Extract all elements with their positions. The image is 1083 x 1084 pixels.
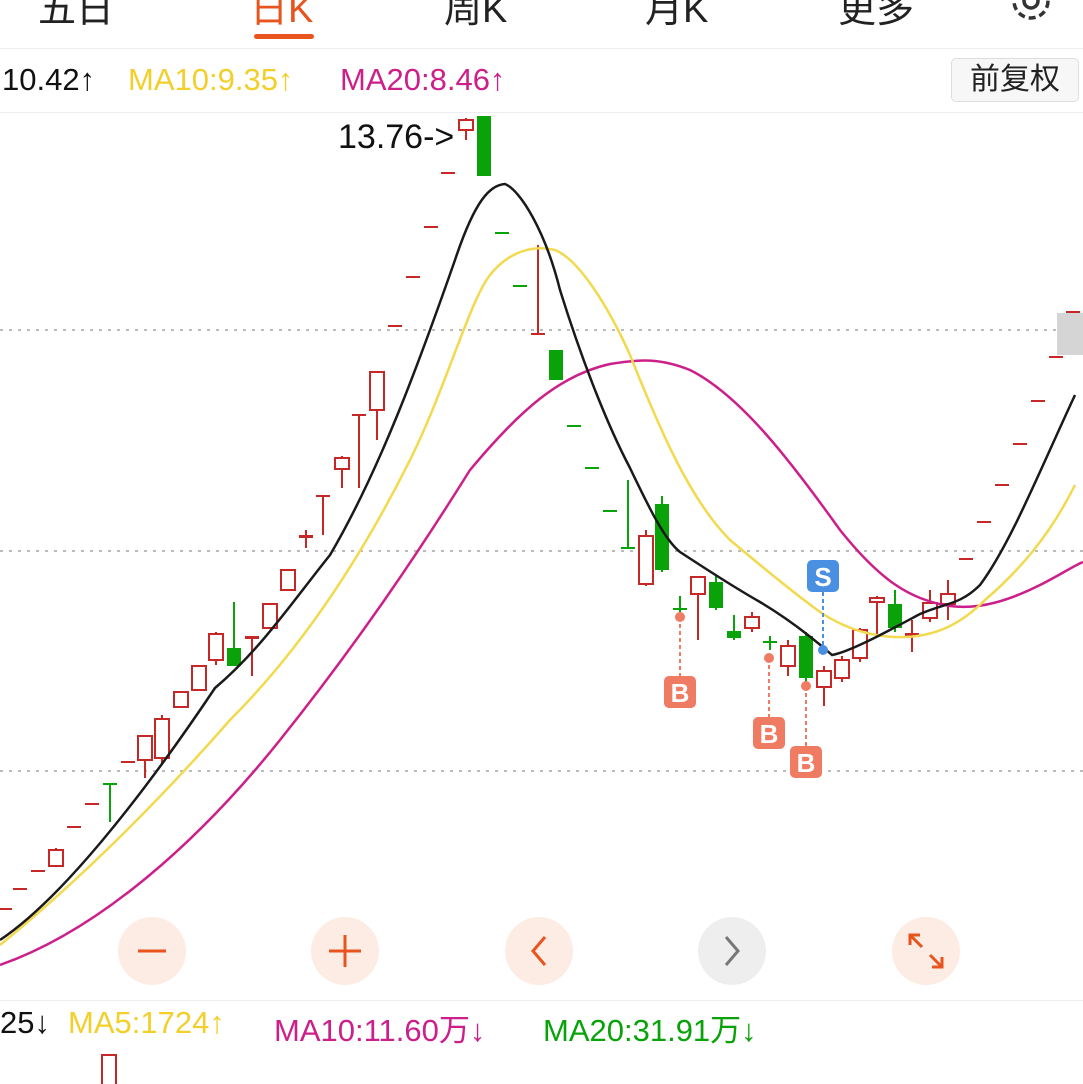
candle-body — [567, 425, 581, 427]
kline-chart[interactable]: BBBS 13.76-> — [0, 0, 1083, 1000]
price-scroll-handle[interactable] — [1057, 313, 1083, 355]
candle-body — [727, 631, 741, 638]
candle-body — [995, 484, 1009, 486]
candle-body — [977, 521, 991, 523]
candle-body — [352, 414, 366, 416]
prev-button[interactable] — [505, 917, 573, 985]
candle-body — [621, 547, 635, 549]
ma10-line — [0, 247, 1077, 946]
candle-body — [603, 510, 617, 512]
buy-marker-dot — [801, 681, 811, 691]
candle-body — [137, 735, 153, 761]
candle-body — [585, 467, 599, 469]
candles — [0, 116, 1080, 910]
candle-body — [1031, 400, 1045, 402]
candle-body — [103, 783, 117, 785]
volume-ma5-value: MA5:1724↑ — [68, 1005, 225, 1040]
candle-body — [208, 633, 224, 661]
buy-marker-label: B — [760, 719, 779, 749]
candle-body — [763, 641, 777, 643]
candle-body — [299, 535, 313, 538]
candle-body — [85, 803, 99, 805]
candle-body — [67, 826, 81, 828]
next-button[interactable] — [698, 917, 766, 985]
zoom-out-button[interactable] — [118, 917, 186, 985]
buy-marker-dot — [764, 653, 774, 663]
fullscreen-button[interactable] — [892, 917, 960, 985]
candle-body — [690, 576, 706, 595]
volume-value: 25↓ — [0, 1005, 50, 1040]
volume-ma20-value: MA20:31.91万↓ — [543, 1013, 757, 1048]
sell-marker-dot — [818, 645, 828, 655]
sell-marker-label: S — [814, 562, 831, 592]
candle-body — [780, 645, 796, 667]
candle-body — [1049, 356, 1063, 358]
candle-body — [121, 761, 135, 763]
candle-body — [477, 116, 491, 176]
candle-body — [673, 608, 687, 610]
candle-body — [31, 870, 45, 872]
candle-body — [834, 659, 850, 679]
high-price-label: 13.76-> — [338, 118, 454, 156]
candle-body — [531, 333, 545, 335]
candle-body — [280, 569, 296, 591]
candle-body — [799, 636, 813, 678]
candle-body — [959, 558, 973, 560]
candle-body — [388, 325, 402, 327]
candle-body — [245, 636, 259, 639]
ma20-line — [0, 359, 1083, 967]
candle-body — [227, 648, 241, 666]
candle-body — [406, 276, 420, 278]
candle-body — [744, 616, 760, 629]
candle-body — [173, 691, 189, 708]
candle-body — [549, 350, 563, 380]
candle-body — [48, 849, 64, 867]
candle-body — [191, 665, 207, 691]
candle-body — [709, 582, 723, 608]
volume-ma10-value: MA10:11.60万↓ — [274, 1013, 486, 1048]
candle-body — [316, 495, 330, 497]
candle-body — [441, 172, 455, 174]
buy-marker-dot — [675, 612, 685, 622]
candle-body — [816, 670, 832, 688]
candle-body — [495, 232, 509, 234]
volume-ma-legend: 25↓ MA5:1724↑ MA10:11.60万↓ MA20:31.91万↓ — [0, 1000, 1083, 1049]
buy-marker-label: B — [671, 678, 690, 708]
candle-body — [154, 718, 170, 759]
buy-marker-label: B — [797, 748, 816, 778]
candle-body — [1066, 311, 1080, 313]
candle-body — [638, 535, 654, 585]
candle-body — [458, 119, 474, 131]
candle-body — [513, 285, 527, 287]
candle-body — [424, 226, 438, 228]
candle-body — [13, 888, 27, 890]
candle-body — [334, 457, 350, 470]
zoom-in-button[interactable] — [311, 917, 379, 985]
candle-body — [1013, 443, 1027, 445]
candle-body — [869, 597, 885, 603]
candle-body — [0, 908, 12, 910]
candle-body — [369, 371, 385, 411]
